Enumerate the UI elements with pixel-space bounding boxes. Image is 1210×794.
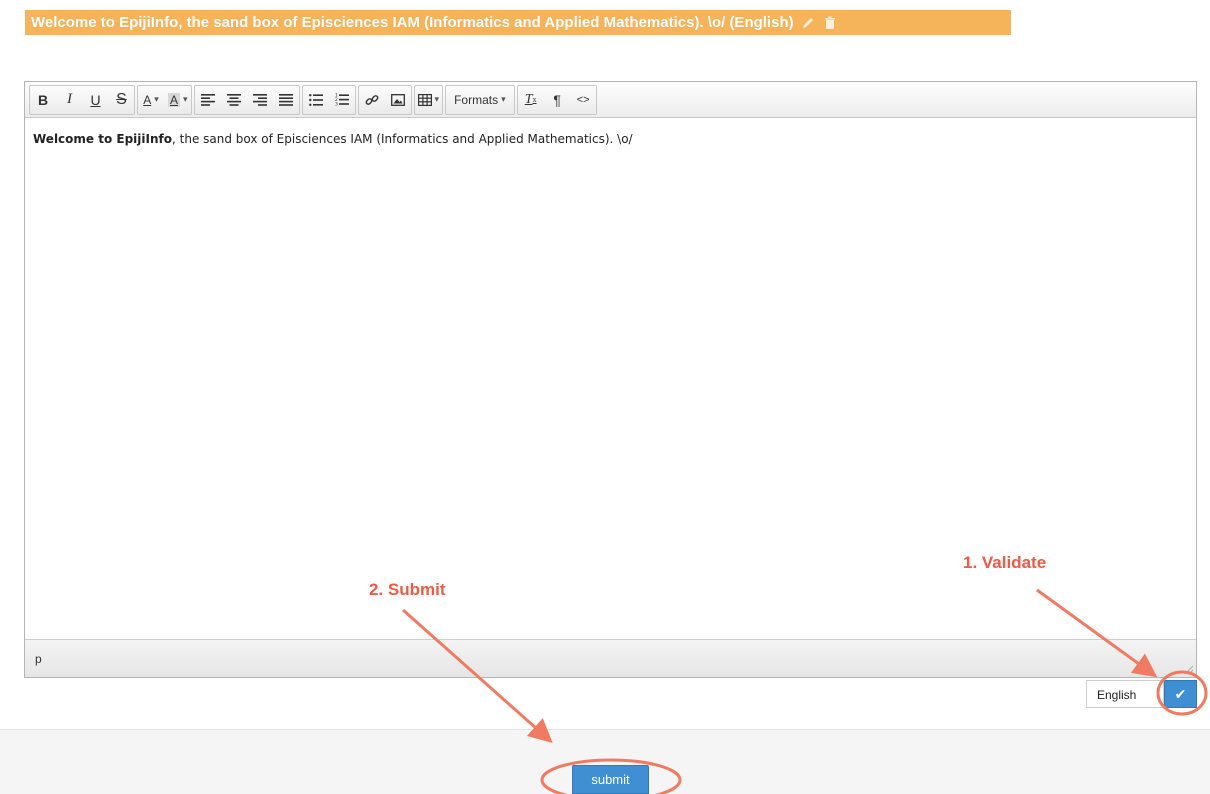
element-path[interactable]: p (35, 652, 42, 666)
show-blocks-button[interactable]: ¶ (544, 87, 570, 113)
clear-formatting-button[interactable]: Tx (518, 87, 544, 113)
link-icon (365, 94, 378, 105)
annotation-step-submit: 2. Submit (369, 580, 446, 599)
chevron-down-icon: ▾ (434, 94, 440, 104)
validate-button[interactable]: ✔ (1164, 680, 1197, 708)
text-color-icon: A (143, 92, 152, 107)
bold-button[interactable]: B (30, 87, 56, 113)
language-select-value: English (1097, 688, 1137, 702)
image-icon (391, 93, 405, 106)
align-center-icon (227, 93, 242, 106)
toolbar-group-formats: Formats ▾ (445, 84, 515, 115)
text-color-button[interactable]: A ▾ (138, 87, 164, 113)
rich-text-editor: B I U S A ▾ A ▾ 1 2 3 ▾ Formats ▾ T x ¶ … (24, 81, 1197, 678)
align-left-icon (200, 93, 215, 106)
background-color-icon: A (168, 92, 181, 107)
toolbar-group-text-style: B I U S (29, 84, 135, 115)
align-left-button[interactable] (195, 87, 221, 113)
bullet-list-button[interactable] (303, 87, 329, 113)
bullet-list-icon (308, 93, 323, 106)
clear-formatting-icon: T (524, 91, 533, 107)
toolbar-group-table: ▾ (413, 84, 444, 115)
trash-icon[interactable] (822, 15, 838, 31)
content-bold-text: Welcome to EpijiInfo (33, 132, 172, 146)
align-center-button[interactable] (221, 87, 247, 113)
editor-statusbar: p (25, 639, 1196, 677)
insert-link-button[interactable] (359, 87, 385, 113)
chevron-down-icon: ▾ (154, 94, 159, 104)
formats-label: Formats (454, 92, 499, 107)
align-justify-button[interactable] (273, 87, 299, 113)
numbered-list-icon: 123 (335, 93, 350, 107)
italic-button[interactable]: I (56, 87, 82, 113)
pilcrow-icon: ¶ (553, 91, 561, 108)
table-button[interactable]: ▾ (415, 87, 443, 113)
page-title-banner: Welcome to EpijiInfo, the sand box of Ep… (25, 10, 1011, 35)
toolbar-group-lists: 123 (301, 84, 356, 115)
toolbar-group-insert (357, 84, 412, 115)
toolbar-group-colors: A ▾ A ▾ (137, 84, 192, 115)
chevron-down-icon: ▾ (501, 94, 506, 104)
annotation-step-validate: 1. Validate (963, 553, 1047, 572)
strikethrough-button[interactable]: S (108, 87, 134, 113)
underline-button[interactable]: U (82, 87, 108, 113)
align-justify-icon (279, 93, 294, 106)
toolbar-group-misc: Tx ¶ <> (516, 84, 597, 115)
checkmark-icon: ✔ (1174, 685, 1187, 702)
content-text: , the sand box of Episciences IAM (Infor… (172, 132, 633, 146)
formats-dropdown[interactable]: Formats ▾ (446, 87, 514, 113)
align-right-button[interactable] (247, 87, 273, 113)
editor-toolbar: B I U S A ▾ A ▾ 1 2 3 ▾ Formats ▾ T x ¶ … (25, 82, 1196, 118)
chevron-down-icon: ▾ (183, 94, 188, 104)
table-icon (417, 93, 432, 106)
submit-button[interactable]: submit (572, 765, 649, 794)
background-color-button[interactable]: A ▾ (164, 87, 191, 113)
code-icon: <> (576, 93, 590, 106)
toolbar-group-align (193, 84, 300, 115)
resize-handle-icon[interactable] (1183, 664, 1193, 674)
align-right-icon (253, 93, 268, 106)
insert-image-button[interactable] (385, 87, 411, 113)
numbered-list-button[interactable]: 123 (329, 87, 355, 113)
svg-text:3: 3 (335, 102, 338, 107)
pencil-icon[interactable] (800, 15, 816, 31)
page-title: Welcome to EpijiInfo, the sand box of Ep… (31, 14, 794, 31)
source-code-button[interactable]: <> (570, 87, 596, 113)
language-select[interactable]: English (1086, 680, 1164, 708)
